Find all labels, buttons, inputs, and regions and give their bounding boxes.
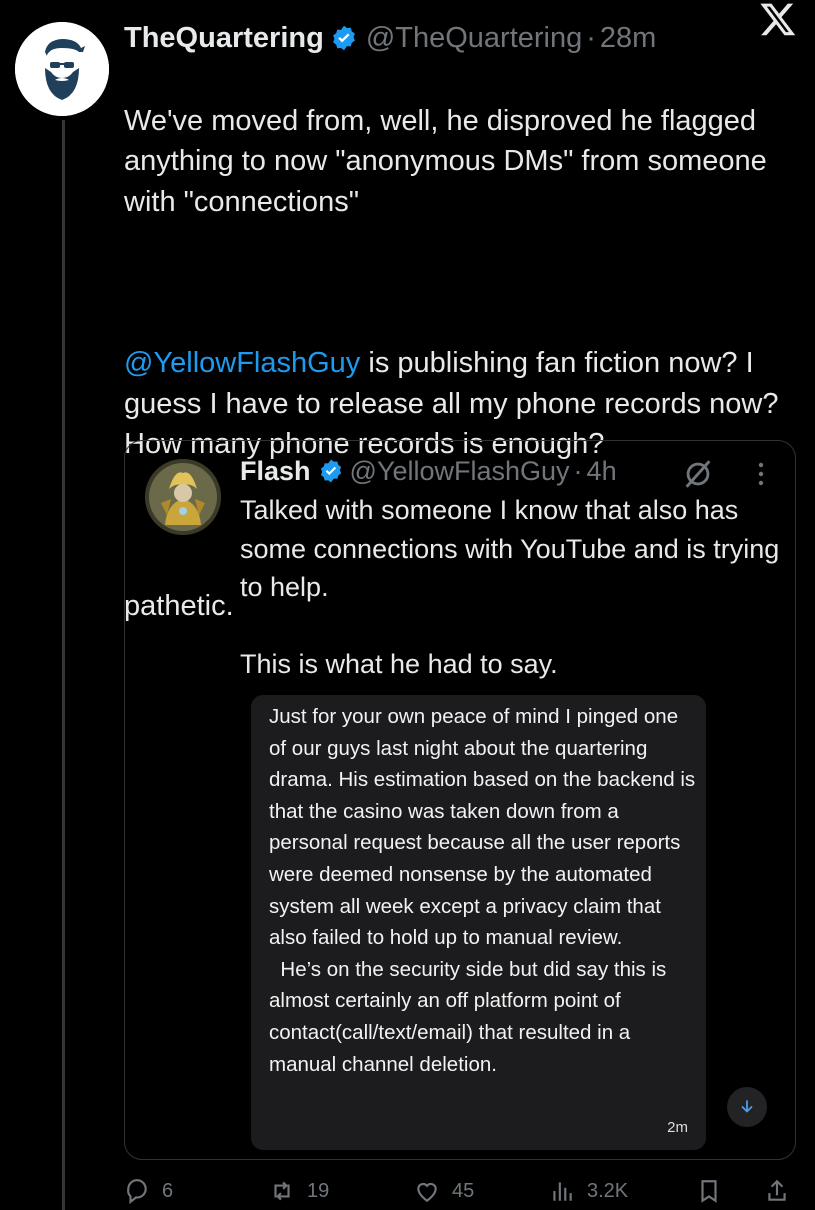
retweet-count: 19 xyxy=(307,1179,330,1202)
retweet-icon xyxy=(274,1181,290,1201)
author-name[interactable]: TheQuartering xyxy=(124,22,324,55)
quoted-tweet-time[interactable]: 4h xyxy=(587,456,617,487)
quoted-tweet-header: Flash @YellowFlashGuy · 4h xyxy=(240,453,785,489)
quoted-author-handle[interactable]: @YellowFlashGuy xyxy=(350,456,570,487)
bookmark-icon xyxy=(701,1180,717,1203)
grok-icon[interactable] xyxy=(681,457,715,491)
quoted-author-name[interactable]: Flash xyxy=(240,456,311,487)
separator-dot: · xyxy=(573,455,583,486)
view-count: 3.2K xyxy=(587,1179,629,1202)
like-button[interactable]: 45 xyxy=(414,1178,474,1204)
quoted-text-paragraph-2: This is what he had to say. xyxy=(240,648,558,679)
author-handle[interactable]: @TheQuartering xyxy=(366,22,582,55)
dm-message-text: Just for your own peace of mind I pinged… xyxy=(269,705,696,1076)
share-icon xyxy=(768,1179,786,1201)
like-count: 45 xyxy=(452,1179,475,1202)
tweet-actions-bar: 6 19 45 3.2K xyxy=(124,1178,794,1208)
x-logo-icon[interactable] xyxy=(759,0,797,38)
reply-icon xyxy=(127,1179,147,1204)
more-vertical-icon[interactable] xyxy=(751,459,771,489)
retweet-button[interactable]: 19 xyxy=(269,1178,329,1204)
tweet-header: TheQuartering @TheQuartering · 28m xyxy=(124,18,795,58)
tweet-text-paragraph-1: We've moved from, well, he disproved he … xyxy=(124,104,767,218)
reply-button[interactable]: 6 xyxy=(124,1178,173,1204)
avatar-flash[interactable] xyxy=(145,459,221,535)
avatar-thequartering[interactable] xyxy=(15,22,109,116)
bar-chart-icon xyxy=(553,1182,572,1201)
mention-link[interactable]: @YellowFlashGuy xyxy=(124,347,360,379)
quoted-tweet-text: Talked with someone I know that also has… xyxy=(240,491,795,683)
heart-icon xyxy=(417,1182,437,1203)
tweet-time[interactable]: 28m xyxy=(600,22,656,55)
quoted-text-paragraph-1: Talked with someone I know that also has… xyxy=(240,495,780,602)
dm-screenshot-image[interactable]: Just for your own peace of mind I pinged… xyxy=(251,695,706,1150)
separator-dot: · xyxy=(586,21,596,54)
arrow-down-icon xyxy=(741,1100,753,1113)
scroll-down-button[interactable] xyxy=(727,1087,767,1127)
bookmark-button[interactable] xyxy=(696,1178,734,1204)
verified-badge-icon xyxy=(330,24,358,52)
thread-line xyxy=(62,120,65,1210)
reply-count: 6 xyxy=(162,1179,174,1202)
views-button[interactable]: 3.2K xyxy=(549,1178,628,1204)
dm-timestamp: 2m xyxy=(667,1119,688,1136)
quoted-tweet-card[interactable]: Flash @YellowFlashGuy · 4h Talked with s… xyxy=(124,440,796,1160)
share-button[interactable] xyxy=(764,1178,802,1204)
verified-badge-icon xyxy=(318,458,344,484)
